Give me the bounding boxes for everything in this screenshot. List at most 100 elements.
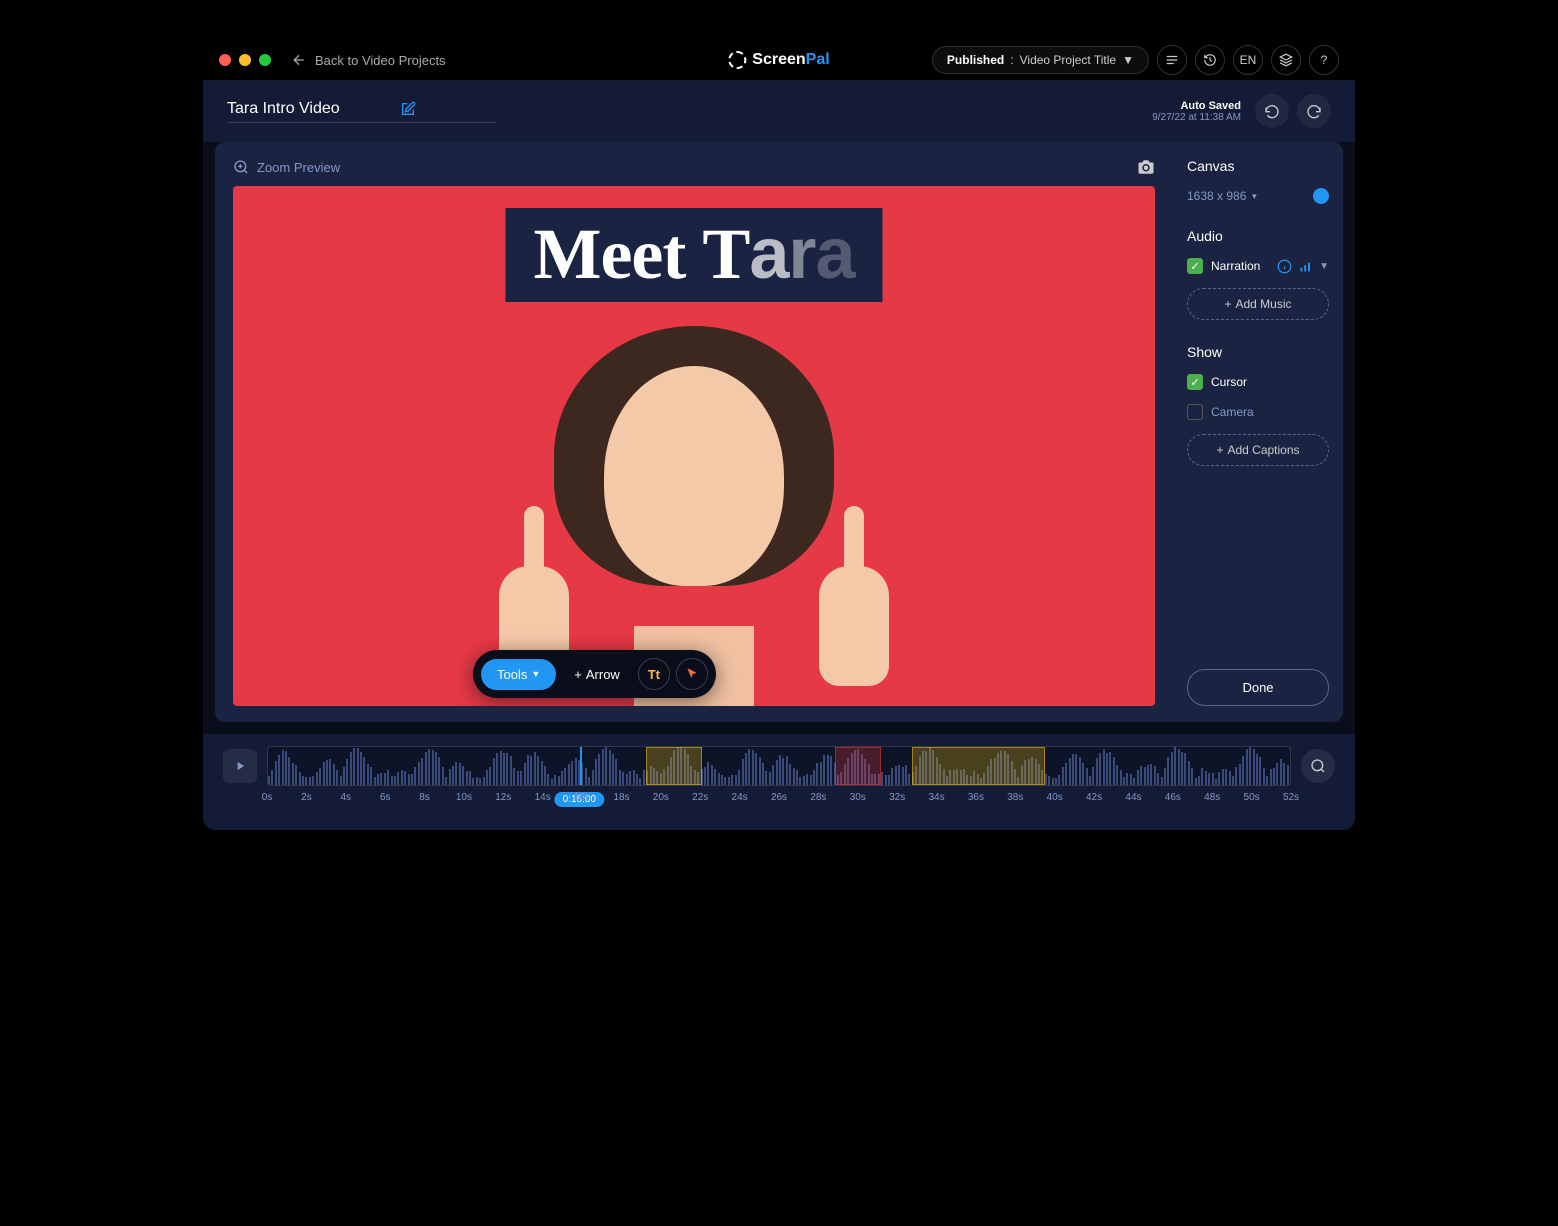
canvas-color-picker[interactable] bbox=[1313, 188, 1329, 204]
timeline-zoom-button[interactable] bbox=[1301, 749, 1335, 783]
time-marker: 48s bbox=[1204, 792, 1220, 803]
timeline-area: 0:16:00 0s2s4s6s8s10s12s14s16s18s20s22s2… bbox=[203, 734, 1355, 830]
time-marker: 20s bbox=[653, 792, 669, 803]
question-icon: ? bbox=[1321, 53, 1328, 67]
text-tool-button[interactable]: Tt bbox=[638, 658, 670, 690]
add-captions-button[interactable]: + Add Captions bbox=[1187, 434, 1329, 466]
time-marker: 18s bbox=[613, 792, 629, 803]
camera-label: Camera bbox=[1211, 405, 1329, 419]
timeline-selection-1[interactable] bbox=[646, 747, 702, 785]
caret-down-icon: ▼ bbox=[1250, 192, 1258, 201]
preview-panel: Zoom Preview Meet Tara bbox=[215, 142, 1173, 722]
time-marker: 24s bbox=[732, 792, 748, 803]
play-button[interactable] bbox=[223, 749, 257, 783]
search-icon bbox=[1310, 758, 1326, 774]
undo-button[interactable] bbox=[1255, 94, 1289, 128]
cursor-icon bbox=[685, 667, 699, 681]
project-header: Tara Intro Video Auto Saved 9/27/22 at 1… bbox=[203, 80, 1355, 142]
time-marker: 46s bbox=[1165, 792, 1181, 803]
cursor-checkbox[interactable]: ✓ bbox=[1187, 374, 1203, 390]
time-marker: 26s bbox=[771, 792, 787, 803]
time-marker: 42s bbox=[1086, 792, 1102, 803]
publish-dropdown[interactable]: Published: Video Project Title ▼ bbox=[932, 46, 1149, 74]
cursor-label: Cursor bbox=[1211, 375, 1329, 389]
time-marker: 16s bbox=[574, 792, 590, 803]
audio-section-title: Audio bbox=[1187, 228, 1329, 244]
time-marker: 36s bbox=[968, 792, 984, 803]
back-label: Back to Video Projects bbox=[315, 53, 446, 68]
tools-popup: Tools ▼ + Arrow Tt bbox=[473, 650, 716, 698]
caret-down-icon: ▼ bbox=[531, 669, 540, 679]
playhead[interactable] bbox=[580, 746, 582, 786]
time-markers: 0:16:00 0s2s4s6s8s10s12s14s16s18s20s22s2… bbox=[267, 792, 1291, 812]
show-section-title: Show bbox=[1187, 344, 1329, 360]
time-marker: 8s bbox=[419, 792, 430, 803]
history-button[interactable] bbox=[1195, 45, 1225, 75]
time-marker: 44s bbox=[1125, 792, 1141, 803]
time-marker: 28s bbox=[810, 792, 826, 803]
narration-label: Narration bbox=[1211, 259, 1269, 273]
video-preview[interactable]: Meet Tara Tools ▼ + Arrow Tt bbox=[233, 186, 1155, 706]
maximize-window-button[interactable] bbox=[259, 54, 271, 66]
help-button[interactable]: ? bbox=[1309, 45, 1339, 75]
edit-title-icon[interactable] bbox=[400, 101, 416, 117]
timeline-track[interactable] bbox=[267, 746, 1291, 786]
titlebar: Back to Video Projects ScreenPal Publish… bbox=[203, 40, 1355, 80]
redo-button[interactable] bbox=[1297, 94, 1331, 128]
caret-down-icon: ▼ bbox=[1122, 53, 1134, 67]
zoom-preview-button[interactable]: Zoom Preview bbox=[233, 159, 340, 175]
time-marker: 14s bbox=[535, 792, 551, 803]
time-marker: 38s bbox=[1007, 792, 1023, 803]
plus-icon: + bbox=[1224, 297, 1231, 311]
cursor-tool-button[interactable] bbox=[676, 658, 708, 690]
project-title-field[interactable]: Tara Intro Video bbox=[227, 100, 496, 123]
autosave-status: Auto Saved 9/27/22 at 11:38 AM bbox=[1152, 100, 1241, 123]
time-marker: 4s bbox=[340, 792, 351, 803]
narration-expand-icon[interactable]: ▼ bbox=[1319, 261, 1329, 272]
list-icon bbox=[1165, 53, 1179, 67]
window-controls bbox=[219, 54, 271, 66]
redo-icon bbox=[1306, 103, 1322, 119]
main-area: Zoom Preview Meet Tara bbox=[215, 142, 1343, 722]
time-marker: 10s bbox=[456, 792, 472, 803]
snapshot-button[interactable] bbox=[1137, 158, 1155, 176]
video-content-placeholder bbox=[469, 286, 919, 706]
minimize-window-button[interactable] bbox=[239, 54, 251, 66]
timeline-selection-2[interactable] bbox=[835, 747, 881, 785]
plus-icon: + bbox=[1216, 443, 1223, 457]
time-marker: 40s bbox=[1047, 792, 1063, 803]
narration-info-icon[interactable] bbox=[1277, 259, 1292, 274]
back-button[interactable]: Back to Video Projects bbox=[291, 52, 446, 68]
done-button[interactable]: Done bbox=[1187, 669, 1329, 706]
notes-button[interactable] bbox=[1157, 45, 1187, 75]
canvas-section-title: Canvas bbox=[1187, 158, 1329, 174]
time-marker: 50s bbox=[1244, 792, 1260, 803]
time-marker: 0s bbox=[262, 792, 273, 803]
narration-checkbox[interactable]: ✓ bbox=[1187, 258, 1203, 274]
timeline-selection-3[interactable] bbox=[912, 747, 1045, 785]
time-marker: 52s bbox=[1283, 792, 1299, 803]
time-marker: 32s bbox=[889, 792, 905, 803]
time-marker: 34s bbox=[928, 792, 944, 803]
canvas-size-dropdown[interactable]: 1638 x 986 ▼ bbox=[1187, 189, 1258, 203]
camera-icon bbox=[1137, 158, 1155, 176]
time-marker: 30s bbox=[850, 792, 866, 803]
time-marker: 22s bbox=[692, 792, 708, 803]
time-marker: 6s bbox=[380, 792, 391, 803]
layers-button[interactable] bbox=[1271, 45, 1301, 75]
close-window-button[interactable] bbox=[219, 54, 231, 66]
narration-volume-icon[interactable] bbox=[1298, 259, 1313, 274]
play-icon bbox=[233, 759, 247, 773]
arrow-left-icon bbox=[291, 52, 307, 68]
logo-icon bbox=[728, 51, 746, 69]
camera-checkbox[interactable] bbox=[1187, 404, 1203, 420]
layers-icon bbox=[1279, 53, 1293, 67]
language-button[interactable]: EN bbox=[1233, 45, 1263, 75]
add-music-button[interactable]: + Add Music bbox=[1187, 288, 1329, 320]
language-label: EN bbox=[1240, 53, 1257, 67]
tools-dropdown-button[interactable]: Tools ▼ bbox=[481, 659, 556, 690]
history-icon bbox=[1203, 53, 1217, 67]
app-window: Back to Video Projects ScreenPal Publish… bbox=[203, 40, 1355, 830]
title-overlay[interactable]: Meet Tara bbox=[506, 208, 883, 302]
add-arrow-button[interactable]: + Arrow bbox=[562, 659, 632, 690]
